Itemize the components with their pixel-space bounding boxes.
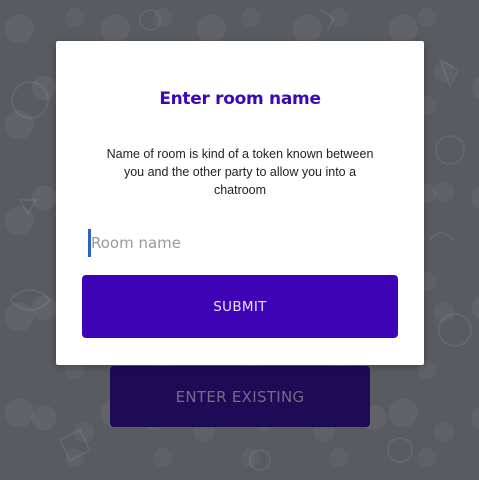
dialog-description: Name of room is kind of a token known be… — [106, 147, 374, 197]
room-name-field-wrapper — [88, 229, 394, 257]
room-name-dialog: Enter room name Name of room is kind of … — [56, 41, 424, 365]
submit-label: SUBMIT — [213, 298, 267, 315]
enter-existing-label: ENTER EXISTING — [175, 387, 305, 406]
enter-existing-button[interactable]: ENTER EXISTING — [110, 366, 370, 427]
submit-button[interactable]: SUBMIT — [82, 275, 398, 338]
room-name-input[interactable] — [88, 229, 394, 257]
dialog-title: Enter room name — [159, 89, 321, 109]
